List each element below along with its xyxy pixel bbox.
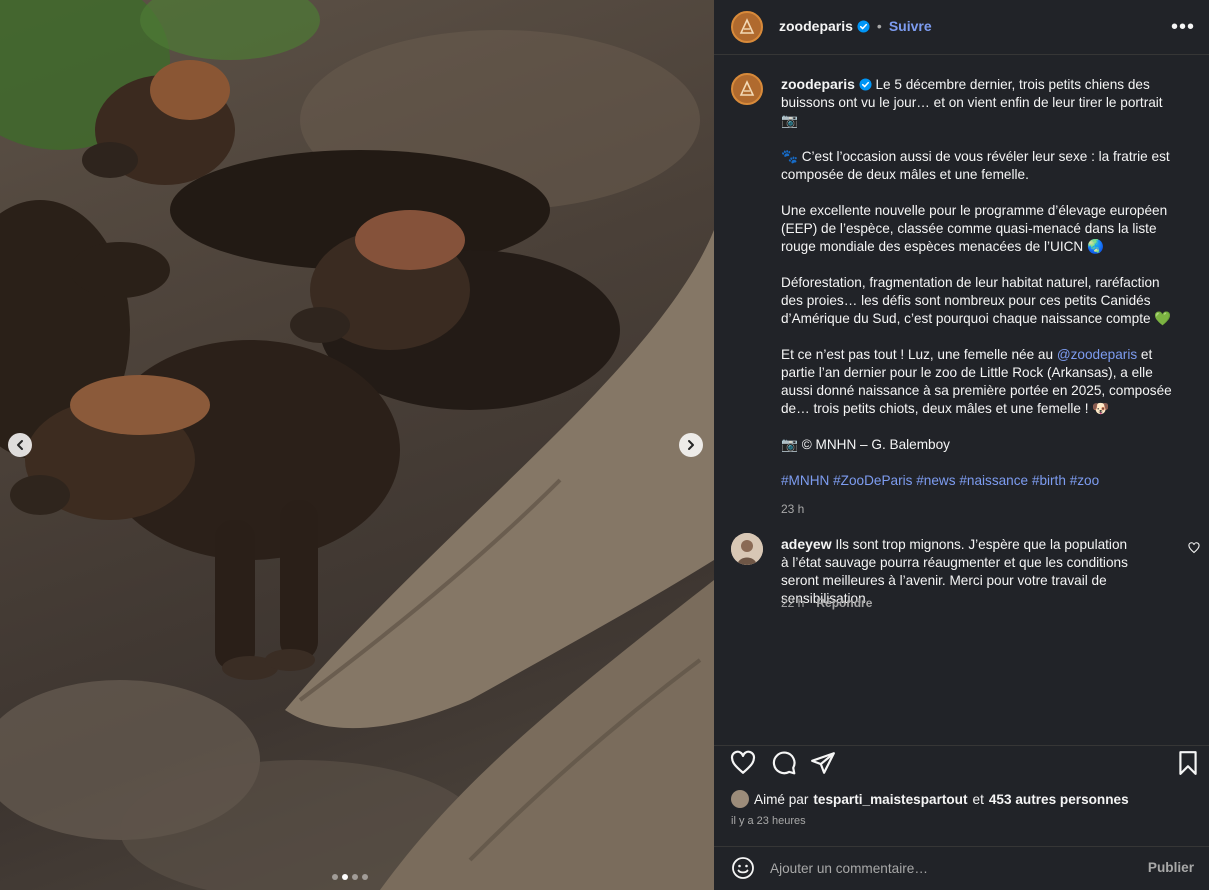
carousel-dot <box>362 874 368 880</box>
commenter-avatar[interactable] <box>731 533 763 565</box>
caption-text-segment: Et ce n’est pas tout ! Luz, une femelle … <box>781 347 1057 362</box>
post-side-panel: zoodeparis • Suivre ••• zoodeparis Le 5 … <box>714 0 1209 890</box>
comment-bubble-icon[interactable] <box>771 750 797 776</box>
caption-author-username[interactable]: zoodeparis <box>781 76 855 92</box>
avatar-image <box>731 533 763 565</box>
liker-username[interactable]: tesparti_maistespartout <box>813 792 967 807</box>
post-photo <box>0 0 714 890</box>
hashtag-link[interactable]: #zoo <box>1070 473 1099 488</box>
more-options-icon[interactable]: ••• <box>1171 16 1195 39</box>
carousel-dot <box>352 874 358 880</box>
post-actions <box>714 747 1209 787</box>
comment-input[interactable] <box>770 858 1130 878</box>
bookmark-save-icon[interactable] <box>1175 750 1201 776</box>
chevron-right-icon <box>688 440 694 450</box>
actions-divider <box>714 745 1209 746</box>
hashtags: #MNHN #ZooDeParis #news #naissance #birt… <box>781 472 1181 490</box>
caption-paragraph-3: Une excellente nouvelle pour le programm… <box>781 203 1168 254</box>
caption-text: zoodeparis Le 5 décembre dernier, trois … <box>781 75 1181 518</box>
mention-link[interactable]: @zoodeparis <box>1057 347 1137 362</box>
author-username[interactable]: zoodeparis <box>779 18 853 34</box>
caption-author-avatar[interactable] <box>731 73 763 105</box>
hashtag-link[interactable]: #birth <box>1032 473 1066 488</box>
caption-paragraph-2: 🐾 C’est l’occasion aussi de vous révéler… <box>781 149 1170 182</box>
author-avatar[interactable] <box>731 11 763 43</box>
hashtag-link[interactable]: #MNHN <box>781 473 829 488</box>
post-timestamp[interactable]: il y a 23 heures <box>731 815 806 827</box>
hashtag-link[interactable]: #naissance <box>959 473 1028 488</box>
liker-avatar[interactable] <box>731 790 749 808</box>
verified-badge-icon <box>859 78 872 91</box>
follow-button[interactable]: Suivre <box>889 18 932 34</box>
liked-by-connector: et <box>972 791 984 807</box>
add-comment-bar: Publier <box>714 846 1209 890</box>
hashtag-link[interactable]: #ZooDeParis <box>833 473 912 488</box>
zoo-logo-icon <box>739 80 755 96</box>
caption-credit: 📷 © MNHN – G. Balemboy <box>781 437 950 452</box>
caption-paragraph-4: Déforestation, fragmentation de leur hab… <box>781 275 1172 326</box>
carousel-dot-active <box>342 874 348 880</box>
caption-paragraph-5: Et ce n’est pas tout ! Luz, une femelle … <box>781 346 1181 418</box>
reply-button[interactable]: Répondre <box>816 596 872 610</box>
zoo-logo-icon <box>739 18 755 34</box>
comment-like-heart-icon[interactable] <box>1188 542 1200 554</box>
hashtag-link[interactable]: #news <box>916 473 955 488</box>
commenter-username[interactable]: adeyew <box>781 536 832 552</box>
comment-timestamp[interactable]: 22 h <box>781 596 804 610</box>
chevron-left-icon <box>17 440 23 450</box>
post-media[interactable] <box>0 0 714 890</box>
carousel-dots <box>332 874 368 880</box>
share-send-icon[interactable] <box>810 750 836 776</box>
liked-by-prefix: Aimé par <box>754 791 809 807</box>
carousel-next-button[interactable] <box>679 433 703 457</box>
comment-meta: 22 h Répondre <box>781 596 872 610</box>
post-header: zoodeparis • Suivre ••• <box>714 0 1209 54</box>
carousel-dot <box>332 874 338 880</box>
caption-area: zoodeparis Le 5 décembre dernier, trois … <box>714 55 1209 745</box>
emoji-icon[interactable] <box>731 856 755 880</box>
carousel-prev-button[interactable] <box>8 433 32 457</box>
likes-count-link[interactable]: 453 autres personnes <box>989 792 1129 807</box>
liked-by: Aimé par tesparti_maistespartout et 453 … <box>731 790 1129 808</box>
verified-badge-icon <box>857 19 870 33</box>
publish-button[interactable]: Publier <box>1148 860 1194 875</box>
like-heart-icon[interactable] <box>730 750 756 776</box>
caption-timestamp[interactable]: 23 h <box>781 500 1181 518</box>
separator-dot: • <box>876 18 882 34</box>
